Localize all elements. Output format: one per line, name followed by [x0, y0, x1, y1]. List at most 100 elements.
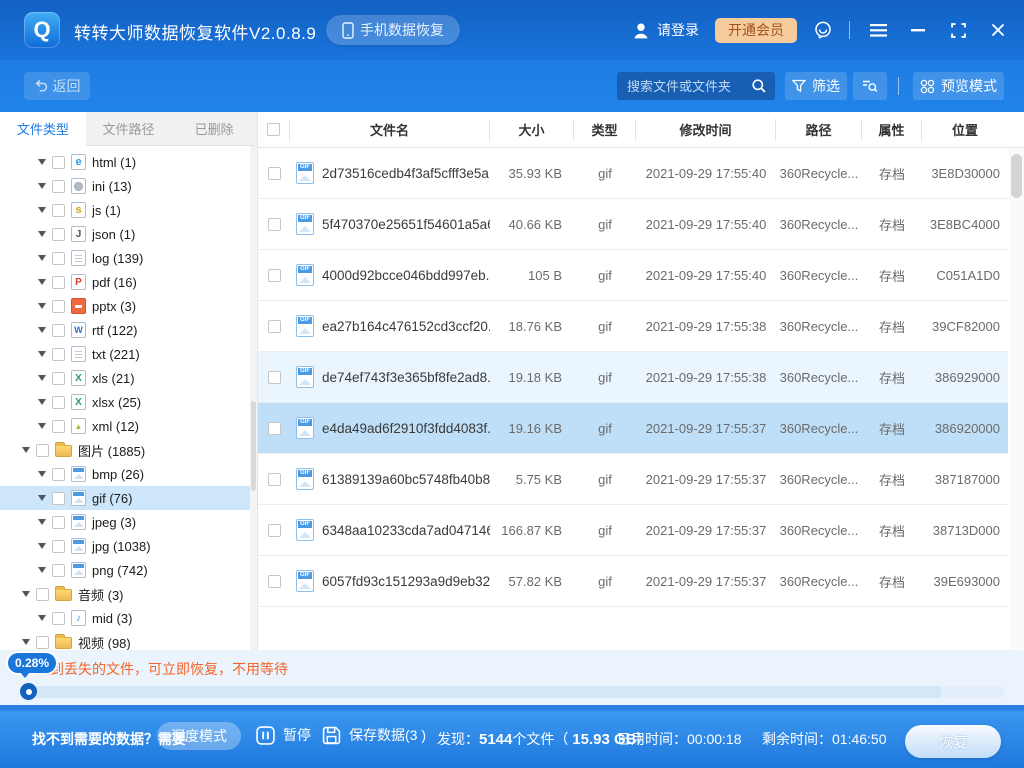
file-type-tree-item[interactable]: pdf (16)	[0, 270, 258, 294]
tree-item-checkbox[interactable]	[52, 372, 65, 385]
file-type-tree-item[interactable]: xls (21)	[0, 366, 258, 390]
expander-triangle-icon[interactable]	[38, 495, 46, 501]
phone-data-recovery-button[interactable]: 手机数据恢复	[326, 15, 460, 45]
expander-triangle-icon[interactable]	[38, 279, 46, 285]
tree-item-checkbox[interactable]	[52, 468, 65, 481]
expander-triangle-icon[interactable]	[38, 351, 46, 357]
login-button[interactable]: 请登录	[632, 20, 699, 40]
tree-item-checkbox[interactable]	[52, 540, 65, 553]
column-header-location[interactable]: 位置	[922, 119, 1008, 141]
row-checkbox[interactable]	[268, 167, 281, 180]
sidebar-scrollbar-thumb[interactable]	[251, 401, 256, 491]
table-row[interactable]: 2d73516cedb4f3af5cfff3e5a... 35.93 KB gi…	[258, 148, 1008, 199]
file-type-tree-item[interactable]: txt (221)	[0, 342, 258, 366]
scan-progress-track[interactable]	[36, 686, 1004, 698]
file-type-tree-item[interactable]: pptx (3)	[0, 294, 258, 318]
column-header-modified[interactable]: 修改时间	[636, 119, 776, 141]
close-button[interactable]	[986, 18, 1010, 42]
table-row[interactable]: 6348aa10233cda7ad047146... 166.87 KB gif…	[258, 505, 1008, 556]
table-row[interactable]: 5f470370e25651f54601a5a6... 40.66 KB gif…	[258, 199, 1008, 250]
search-input[interactable]	[617, 72, 755, 100]
tree-item-checkbox[interactable]	[52, 564, 65, 577]
tree-item-checkbox[interactable]	[36, 588, 49, 601]
file-type-tree-item[interactable]: jpg (1038)	[0, 534, 258, 558]
preview-mode-button[interactable]: 预览模式	[913, 72, 1004, 100]
file-type-tree-item[interactable]: 图片 (1885)	[0, 438, 258, 462]
expander-triangle-icon[interactable]	[38, 519, 46, 525]
row-checkbox[interactable]	[268, 320, 281, 333]
search-in-results-button[interactable]	[853, 72, 887, 100]
tree-item-checkbox[interactable]	[52, 420, 65, 433]
tab-deleted[interactable]: 已删除	[171, 112, 257, 145]
file-type-tree-item[interactable]: xml (12)	[0, 414, 258, 438]
file-type-tree-item[interactable]: xlsx (25)	[0, 390, 258, 414]
customer-service-icon[interactable]	[813, 20, 833, 40]
pause-button[interactable]: 暂停	[256, 725, 311, 745]
file-type-tree-item[interactable]: rtf (122)	[0, 318, 258, 342]
file-type-tree-item[interactable]: json (1)	[0, 222, 258, 246]
expander-triangle-icon[interactable]	[38, 327, 46, 333]
tree-item-checkbox[interactable]	[52, 612, 65, 625]
tree-item-checkbox[interactable]	[36, 636, 49, 649]
expander-triangle-icon[interactable]	[22, 639, 30, 645]
table-row[interactable]: 4000d92bcce046bdd997eb... 105 B gif 2021…	[258, 250, 1008, 301]
tree-item-checkbox[interactable]	[52, 324, 65, 337]
expander-triangle-icon[interactable]	[38, 567, 46, 573]
tree-item-checkbox[interactable]	[52, 516, 65, 529]
expander-triangle-icon[interactable]	[38, 159, 46, 165]
column-header-attribute[interactable]: 属性	[862, 119, 922, 141]
minimize-button[interactable]	[906, 18, 930, 42]
row-checkbox[interactable]	[268, 371, 281, 384]
tree-item-checkbox[interactable]	[52, 348, 65, 361]
expander-triangle-icon[interactable]	[38, 615, 46, 621]
tree-item-checkbox[interactable]	[52, 228, 65, 241]
tab-file-type[interactable]: 文件类型	[0, 112, 86, 146]
row-checkbox[interactable]	[268, 473, 281, 486]
tree-item-checkbox[interactable]	[52, 252, 65, 265]
sidebar-scrollbar[interactable]	[250, 146, 257, 650]
expander-triangle-icon[interactable]	[38, 231, 46, 237]
tree-item-checkbox[interactable]	[52, 180, 65, 193]
menu-button[interactable]	[866, 18, 890, 42]
file-type-tree-item[interactable]: 视频 (98)	[0, 630, 258, 650]
select-all-checkbox[interactable]	[267, 123, 280, 136]
tree-item-checkbox[interactable]	[52, 396, 65, 409]
table-scrollbar-thumb[interactable]	[1011, 154, 1022, 198]
file-type-tree-item[interactable]: html (1)	[0, 150, 258, 174]
expander-triangle-icon[interactable]	[38, 207, 46, 213]
file-type-tree-item[interactable]: js (1)	[0, 198, 258, 222]
expander-triangle-icon[interactable]	[22, 591, 30, 597]
file-type-tree-item[interactable]: log (139)	[0, 246, 258, 270]
tab-file-path[interactable]: 文件路径	[86, 112, 172, 145]
expander-triangle-icon[interactable]	[38, 255, 46, 261]
file-type-tree-item[interactable]: mid (3)	[0, 606, 258, 630]
file-type-tree-item[interactable]: png (742)	[0, 558, 258, 582]
column-header-path[interactable]: 路径	[776, 119, 862, 141]
tree-item-checkbox[interactable]	[52, 492, 65, 505]
expander-triangle-icon[interactable]	[38, 471, 46, 477]
table-row[interactable]: ea27b164c476152cd3ccf20... 18.76 KB gif …	[258, 301, 1008, 352]
file-type-tree-item[interactable]: 音频 (3)	[0, 582, 258, 606]
row-checkbox[interactable]	[268, 575, 281, 588]
column-header-type[interactable]: 类型	[574, 119, 636, 141]
open-vip-button[interactable]: 开通会员	[715, 18, 797, 43]
file-type-tree-item[interactable]: gif (76)	[0, 486, 258, 510]
expander-triangle-icon[interactable]	[38, 423, 46, 429]
row-checkbox[interactable]	[268, 269, 281, 282]
tree-item-checkbox[interactable]	[36, 444, 49, 457]
search-icon[interactable]	[751, 78, 767, 94]
tree-item-checkbox[interactable]	[52, 204, 65, 217]
expander-triangle-icon[interactable]	[38, 375, 46, 381]
column-header-size[interactable]: 大小	[490, 119, 574, 141]
row-checkbox[interactable]	[268, 524, 281, 537]
filter-button[interactable]: 筛选	[785, 72, 847, 100]
save-data-button[interactable]: 保存数据(3 )	[322, 725, 426, 745]
table-row[interactable]: de74ef743f3e365bf8fe2ad8... 19.18 KB gif…	[258, 352, 1008, 403]
file-type-tree-item[interactable]: jpeg (3)	[0, 510, 258, 534]
table-scrollbar[interactable]	[1009, 148, 1024, 650]
tree-item-checkbox[interactable]	[52, 156, 65, 169]
recover-button[interactable]: 恢复	[905, 725, 1001, 758]
file-type-tree-item[interactable]: ini (13)	[0, 174, 258, 198]
expander-triangle-icon[interactable]	[38, 543, 46, 549]
deep-mode-button[interactable]: 深度模式	[157, 722, 241, 750]
